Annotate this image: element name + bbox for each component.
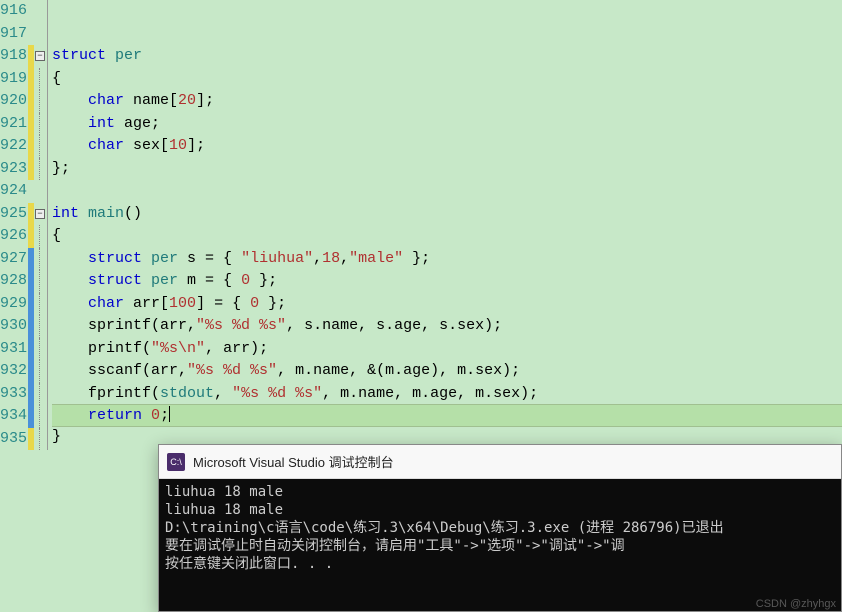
line-number-gutter: 9169179189199209219229239249259269279289… — [0, 0, 28, 450]
code-line[interactable]: fprintf(stdout, "%s %d %s", m.name, m.ag… — [52, 383, 842, 406]
fold-toggle-icon[interactable]: − — [35, 51, 45, 61]
console-title-bar[interactable]: C:\ Microsoft Visual Studio 调试控制台 — [159, 445, 841, 479]
code-line[interactable]: struct per m = { 0 }; — [52, 270, 842, 293]
code-line[interactable]: struct per s = { "liuhua",18,"male" }; — [52, 248, 842, 271]
code-line[interactable] — [52, 0, 842, 23]
code-line[interactable]: char sex[10]; — [52, 135, 842, 158]
code-line[interactable] — [52, 23, 842, 46]
code-line-current[interactable]: return 0; — [52, 404, 842, 427]
code-line[interactable]: char arr[100] = { 0 }; — [52, 293, 842, 316]
code-line[interactable]: printf("%s\n", arr); — [52, 338, 842, 361]
code-line[interactable]: }; — [52, 158, 842, 181]
code-line[interactable]: sscanf(arr,"%s %d %s", m.name, &(m.age),… — [52, 360, 842, 383]
watermark-text: CSDN @zhyhgx — [756, 598, 836, 610]
code-line[interactable]: int age; — [52, 113, 842, 136]
code-area[interactable]: struct per { char name[20]; int age; cha… — [48, 0, 842, 450]
code-line[interactable]: int main() — [52, 203, 842, 226]
fold-toggle-icon[interactable]: − — [35, 209, 45, 219]
code-line[interactable]: { — [52, 225, 842, 248]
code-line[interactable]: char name[20]; — [52, 90, 842, 113]
fold-column: − − — [34, 0, 48, 450]
console-output[interactable]: liuhua 18 male liuhua 18 male D:\trainin… — [159, 479, 841, 611]
debug-console-window[interactable]: C:\ Microsoft Visual Studio 调试控制台 liuhua… — [158, 444, 842, 612]
code-editor[interactable]: 9169179189199209219229239249259269279289… — [0, 0, 842, 450]
code-line[interactable]: { — [52, 68, 842, 91]
text-cursor — [169, 406, 170, 422]
console-title-text: Microsoft Visual Studio 调试控制台 — [193, 452, 394, 471]
code-line[interactable] — [52, 180, 842, 203]
console-app-icon: C:\ — [167, 453, 185, 471]
code-line[interactable]: struct per — [52, 45, 842, 68]
code-line[interactable]: sprintf(arr,"%s %d %s", s.name, s.age, s… — [52, 315, 842, 338]
